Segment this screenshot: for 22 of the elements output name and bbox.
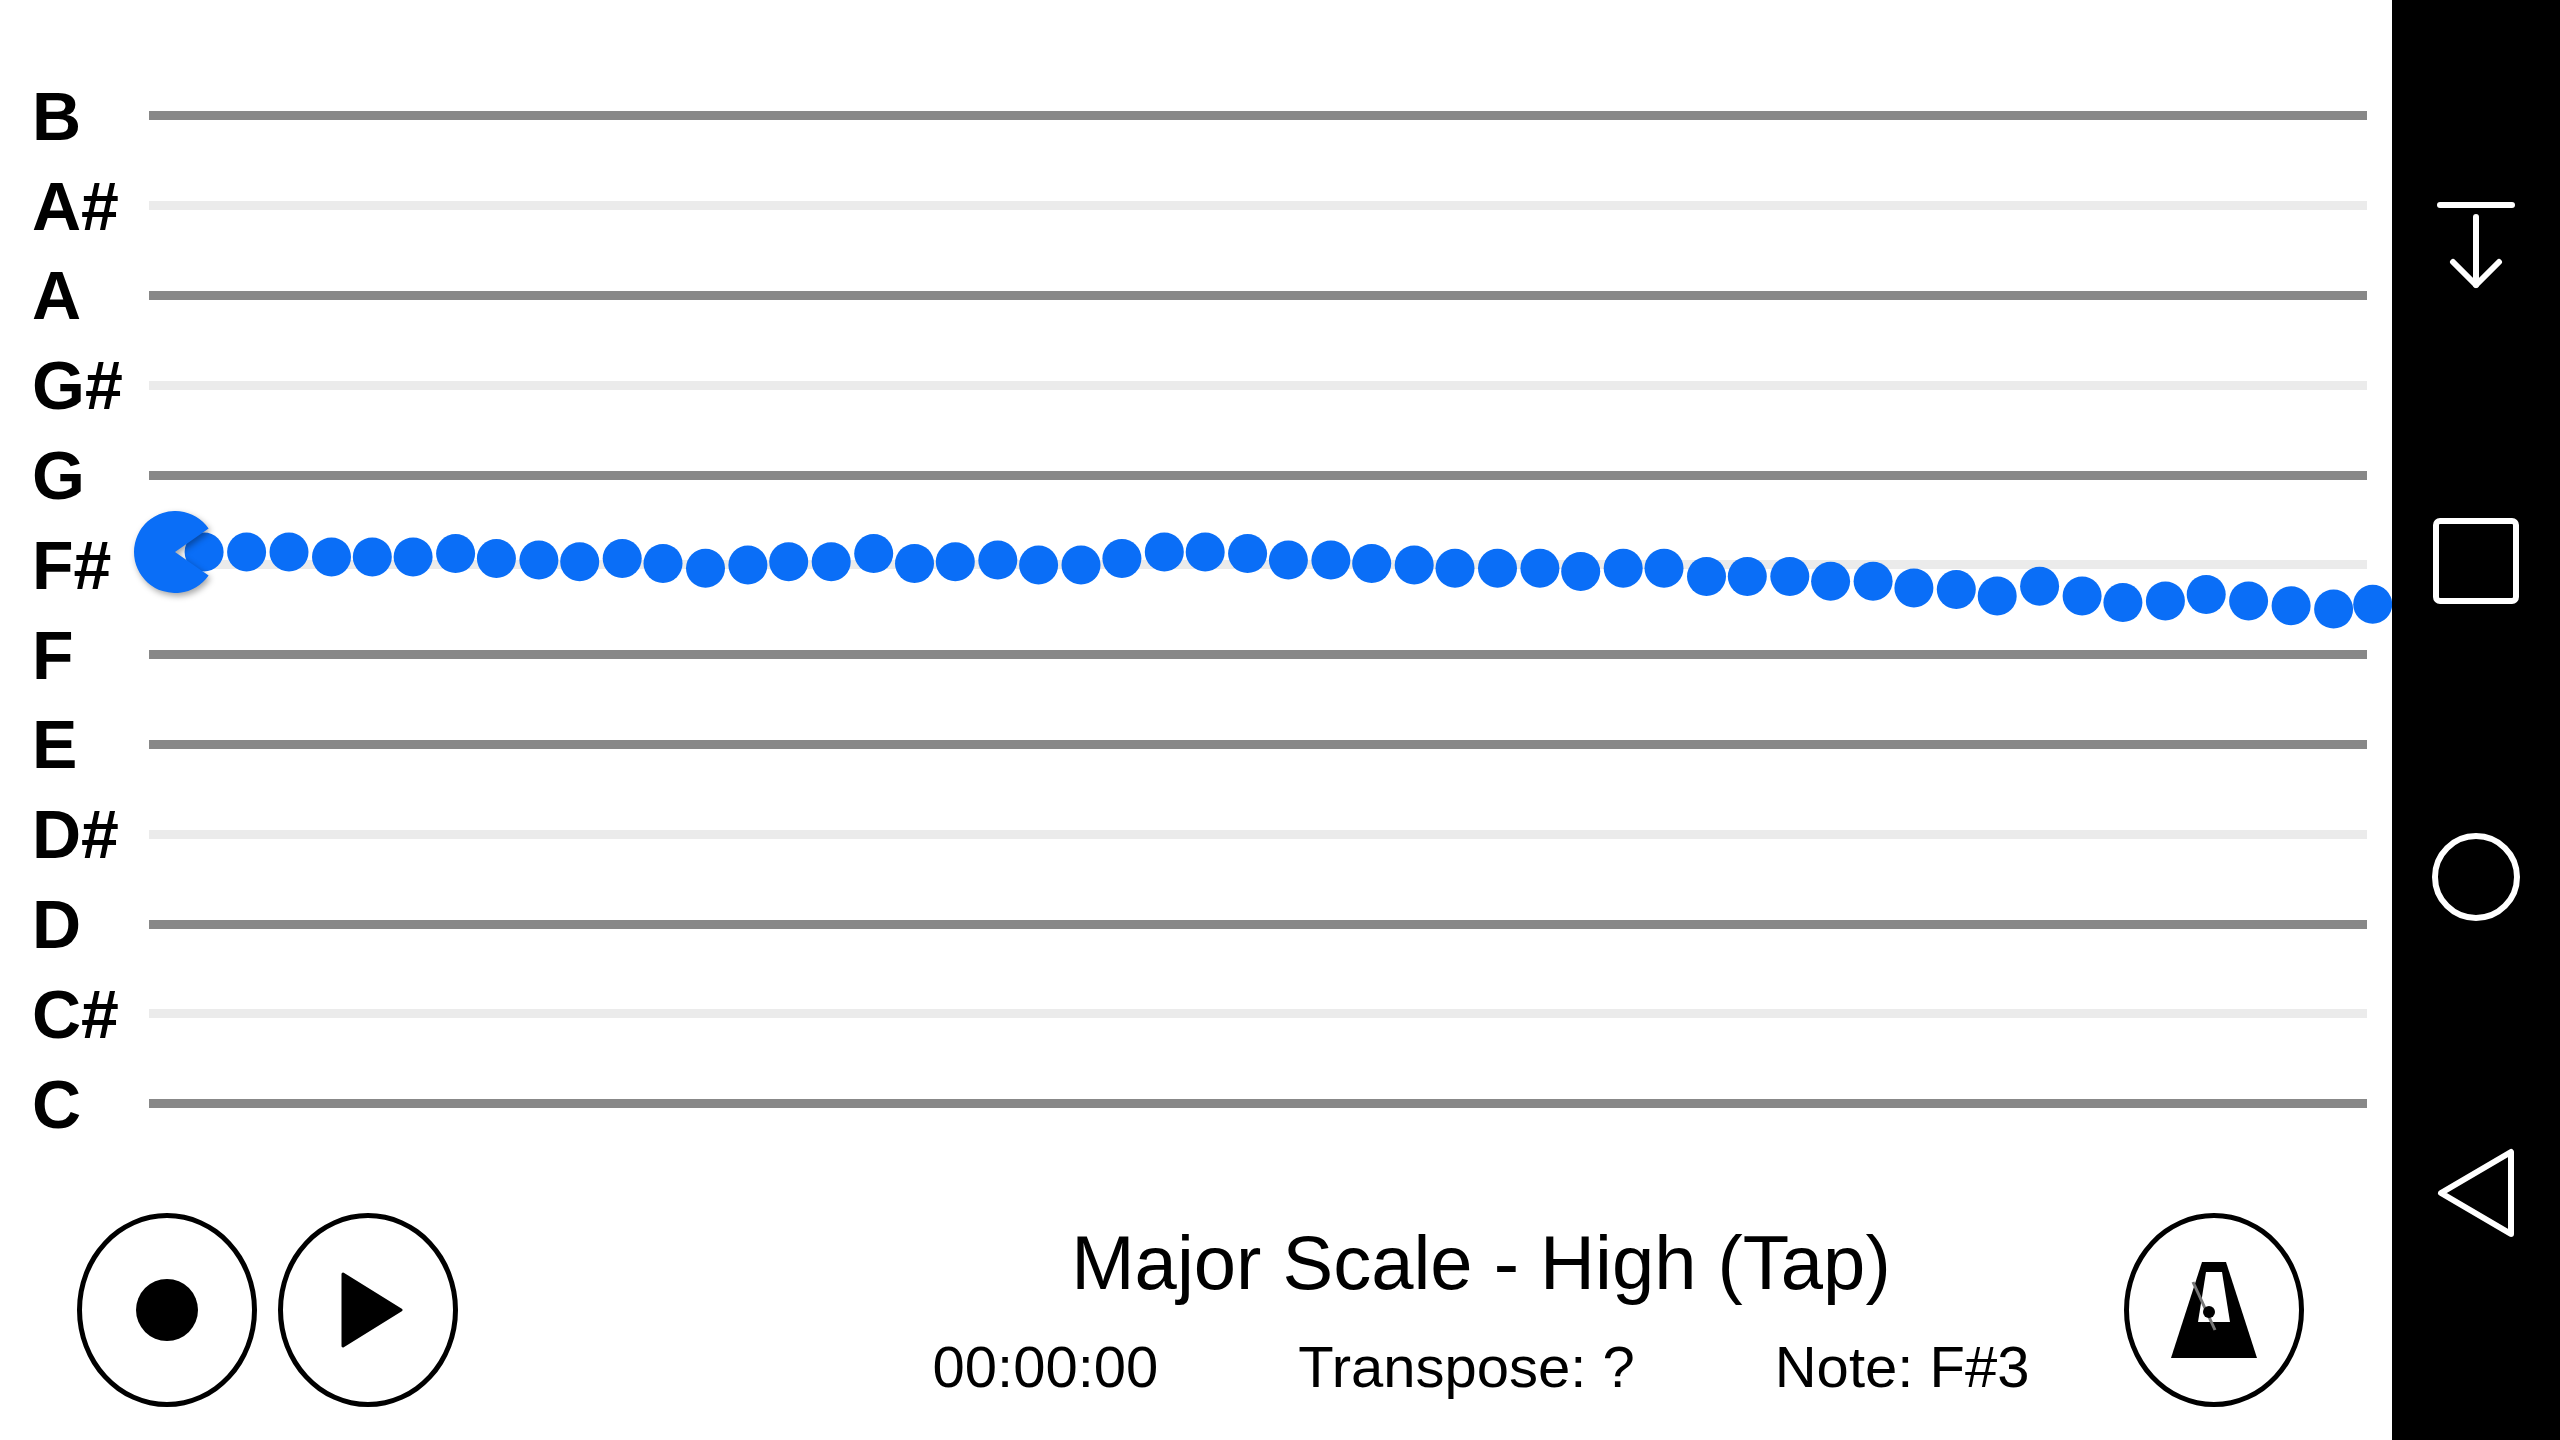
note-label: B xyxy=(32,81,82,150)
note-label: F xyxy=(32,620,74,689)
transpose-text: Transpose: ? xyxy=(1298,1334,1635,1399)
note-label: E xyxy=(32,710,78,779)
note-label: A# xyxy=(32,171,119,240)
play-icon xyxy=(341,1272,403,1348)
record-icon xyxy=(136,1279,198,1341)
exercise-title: Major Scale - High (Tap) xyxy=(1071,1221,1891,1305)
note-label: C# xyxy=(32,979,119,1048)
metronome-icon xyxy=(2169,1260,2259,1360)
recents-icon[interactable] xyxy=(2433,518,2519,604)
note-label: D xyxy=(32,890,82,959)
note-text: Note: F#3 xyxy=(1774,1334,2030,1399)
note-label: C xyxy=(32,1069,82,1138)
note-label: F# xyxy=(32,530,112,599)
note-label: D# xyxy=(32,800,119,869)
note-label: G# xyxy=(32,351,123,420)
timer-text: 00:00:00 xyxy=(932,1334,1159,1399)
note-label: A xyxy=(32,261,82,330)
note-label: G xyxy=(32,441,85,510)
back-icon[interactable] xyxy=(2436,1148,2516,1238)
home-icon[interactable] xyxy=(2432,833,2520,921)
